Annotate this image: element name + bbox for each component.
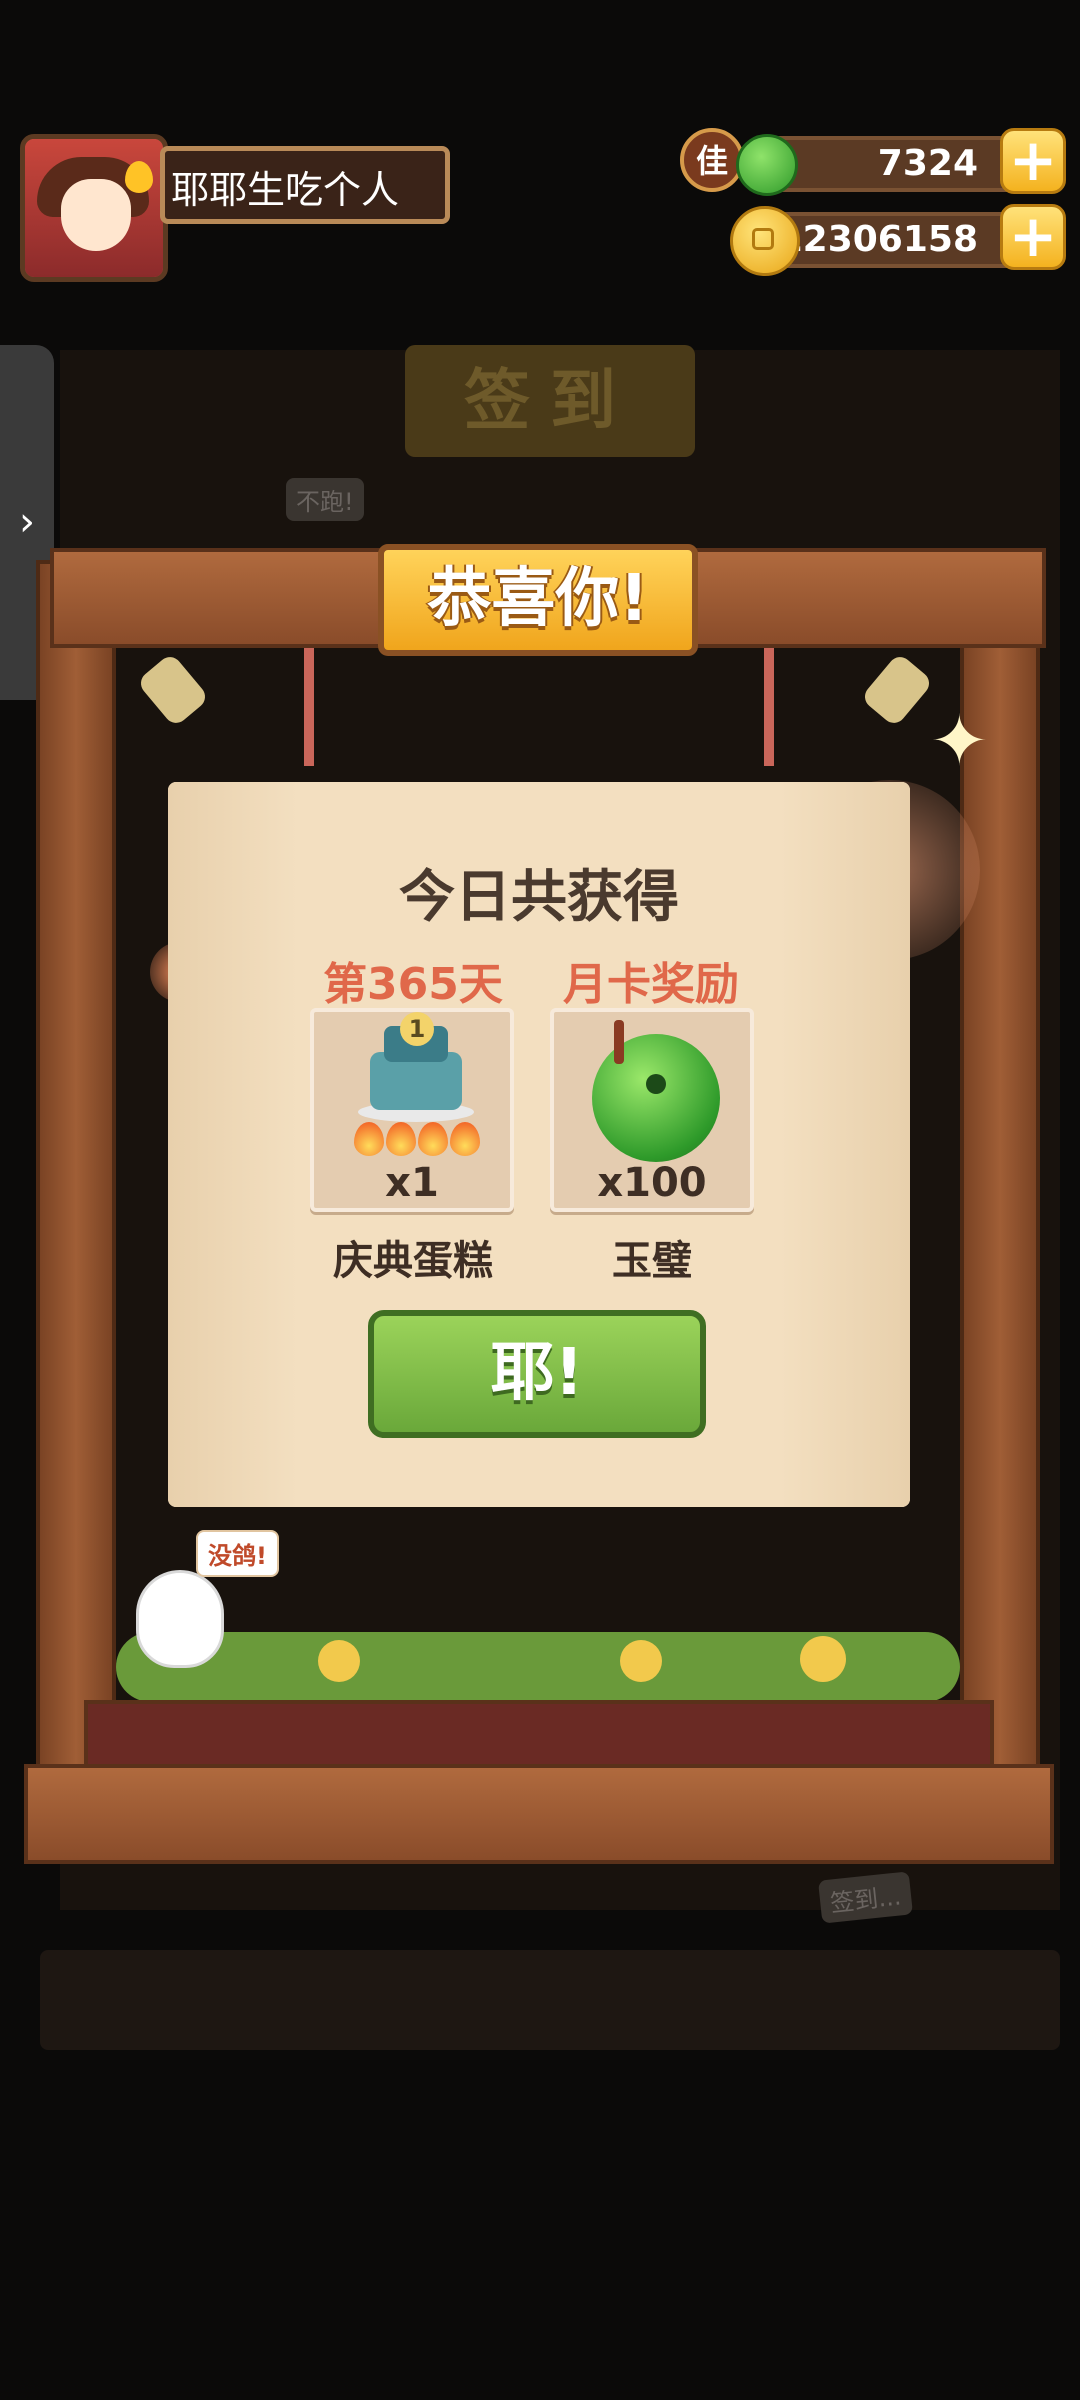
reward-name: 庆典蛋糕 bbox=[333, 1238, 493, 1284]
jade-cord bbox=[614, 1020, 624, 1064]
coin-icon bbox=[730, 206, 800, 276]
reward-header-monthly: 月卡奖励 bbox=[563, 959, 739, 1010]
player-avatar[interactable] bbox=[20, 134, 168, 282]
reward-qty: x100 bbox=[597, 1160, 707, 1206]
add-jade-button[interactable]: + bbox=[1000, 128, 1066, 194]
reward-name: 玉璧 bbox=[612, 1238, 692, 1284]
jade-icon bbox=[736, 134, 798, 196]
frame-post-left bbox=[36, 560, 116, 1790]
flower-icon bbox=[318, 1640, 360, 1682]
reward-item-cake[interactable]: 1 x1 bbox=[310, 1008, 514, 1212]
cake-badge: 1 bbox=[400, 1012, 434, 1046]
confirm-button[interactable]: 耶! bbox=[368, 1310, 706, 1438]
fire-icon bbox=[386, 1122, 416, 1156]
frame-bottom-beam bbox=[24, 1764, 1054, 1864]
add-coins-button[interactable]: + bbox=[1000, 204, 1066, 270]
reward-header-day: 第365天 bbox=[323, 959, 503, 1010]
signboard: 签到... bbox=[818, 1871, 913, 1924]
player-name: 耶耶生吃个人 bbox=[160, 146, 450, 224]
fire-icon bbox=[418, 1122, 448, 1156]
sparkle-icon: ✦ bbox=[930, 700, 989, 782]
chevron-right-icon: › bbox=[19, 499, 35, 545]
reward-qty: x1 bbox=[385, 1160, 439, 1206]
reward-dialog: 今日共获得 第365天 1 x1 庆典蛋糕 月卡奖励 x100 玉璧 耶! bbox=[168, 782, 910, 1507]
fire-icon bbox=[354, 1122, 384, 1156]
speech-bubble-top: 不跑! bbox=[286, 478, 364, 521]
rope-right bbox=[764, 648, 774, 766]
fire-icon bbox=[450, 1122, 480, 1156]
dialog-title: 今日共获得 bbox=[399, 865, 679, 930]
flame-icon bbox=[125, 161, 153, 193]
vip-badge[interactable]: 佳 bbox=[680, 128, 744, 192]
congrats-banner: 恭喜你! bbox=[378, 544, 698, 656]
signin-title: 签到 bbox=[405, 345, 695, 457]
shelf-plank bbox=[84, 1700, 994, 1770]
avatar-face bbox=[61, 179, 131, 251]
chick-mascot bbox=[136, 1570, 224, 1668]
speech-bubble-chick: 没鸽! bbox=[196, 1530, 279, 1577]
flower-icon bbox=[800, 1636, 846, 1682]
jade-disc-icon bbox=[592, 1034, 720, 1162]
reward-item-jade[interactable]: x100 bbox=[550, 1008, 754, 1212]
flower-icon bbox=[620, 1640, 662, 1682]
rope-left bbox=[304, 648, 314, 766]
background-table bbox=[40, 1950, 1060, 2050]
